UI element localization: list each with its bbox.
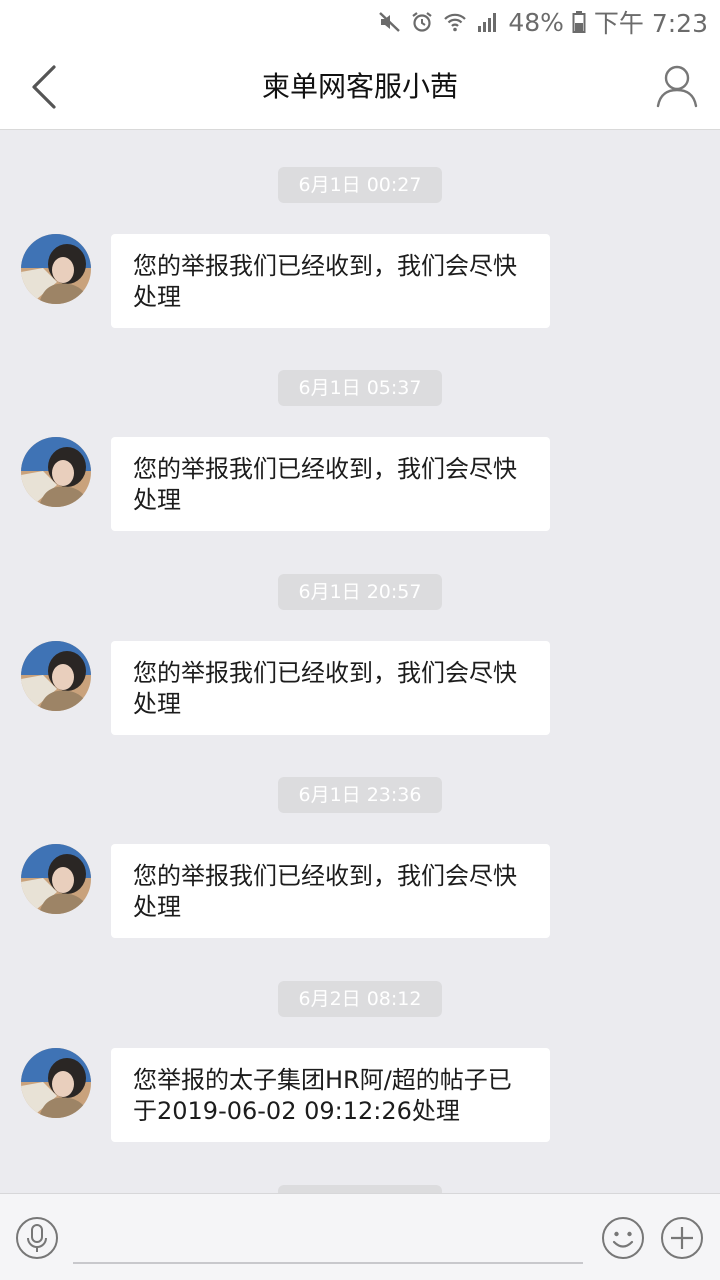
- emoji-icon: [602, 1217, 644, 1259]
- chat-area[interactable]: 6月1日 00:27 您的举报我们已经收到，我们会尽快处理 6月1日 05:37…: [0, 131, 720, 1193]
- avatar[interactable]: [21, 844, 91, 914]
- avatar[interactable]: [21, 437, 91, 507]
- microphone-icon: [16, 1217, 58, 1259]
- input-bar: [0, 1193, 720, 1280]
- timestamp-pill-partial: [278, 1185, 442, 1193]
- message-bubble[interactable]: 您的举报我们已经收到，我们会尽快处理: [111, 641, 550, 735]
- timestamp-pill: 6月1日 05:37: [278, 370, 442, 406]
- timestamp-pill: 6月2日 08:12: [278, 981, 442, 1017]
- avatar[interactable]: [21, 641, 91, 711]
- battery-icon: [572, 10, 586, 34]
- avatar[interactable]: [21, 234, 91, 304]
- alarm-icon: [410, 10, 434, 34]
- message-bubble[interactable]: 您的举报我们已经收到，我们会尽快处理: [111, 844, 550, 938]
- back-button[interactable]: [22, 64, 66, 110]
- avatar[interactable]: [21, 1048, 91, 1118]
- message-bubble[interactable]: 您举报的太子集团HR阿/超的帖子已于2019-06-02 09:12:26处理: [111, 1048, 550, 1142]
- status-bar: 48% 下午 7:23: [0, 0, 720, 44]
- mute-icon: [378, 10, 402, 34]
- message-bubble[interactable]: 您的举报我们已经收到，我们会尽快处理: [111, 437, 550, 531]
- battery-level: 48%: [508, 7, 564, 37]
- plus-icon: [661, 1217, 703, 1259]
- profile-button[interactable]: [656, 64, 698, 108]
- clock: 下午 7:23: [593, 9, 708, 38]
- more-button[interactable]: [660, 1216, 704, 1260]
- chevron-left-icon: [32, 65, 56, 109]
- timestamp-pill: 6月1日 23:36: [278, 777, 442, 813]
- chat-header: 柬单网客服小茜: [0, 44, 720, 130]
- timestamp-pill: 6月1日 00:27: [278, 167, 442, 203]
- timestamp-pill: 6月1日 20:57: [278, 574, 442, 610]
- wifi-icon: [442, 10, 468, 34]
- emoji-button[interactable]: [601, 1216, 645, 1260]
- signal-icon: [476, 10, 500, 34]
- page-title: 柬单网客服小茜: [261, 70, 458, 103]
- person-icon: [656, 65, 698, 108]
- voice-button[interactable]: [15, 1216, 59, 1260]
- status-icons: 48% 下午 7:23: [378, 0, 708, 44]
- message-input[interactable]: [73, 1214, 583, 1264]
- message-bubble[interactable]: 您的举报我们已经收到，我们会尽快处理: [111, 234, 550, 328]
